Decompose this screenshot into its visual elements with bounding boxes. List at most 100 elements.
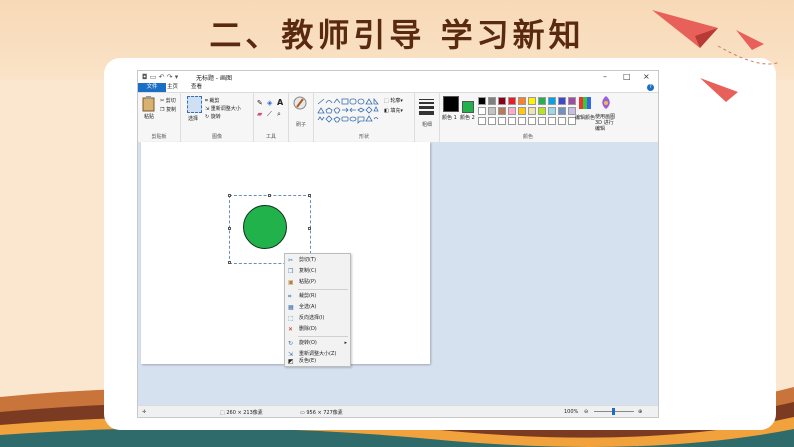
tab-home[interactable]: 主页 <box>162 83 183 92</box>
zoom-out-icon[interactable]: ⊖ <box>584 409 588 415</box>
paint3d-icon[interactable] <box>600 96 612 110</box>
canvas-size: ▭ 956 × 727像素 <box>300 410 343 416</box>
tools-group: ✎ ◈ A ▰ ⟋ ⌕ 工具 <box>254 93 289 142</box>
color-swatch[interactable] <box>518 107 526 115</box>
custom-color-swatch[interactable] <box>498 117 506 125</box>
resize-button[interactable]: ⇲ 重新调整大小 <box>205 105 241 112</box>
color-swatch[interactable] <box>528 107 536 115</box>
color-swatch[interactable] <box>508 107 516 115</box>
color-swatch[interactable] <box>538 97 546 105</box>
custom-color-swatch[interactable] <box>508 117 516 125</box>
menu-separator <box>298 336 348 337</box>
close-icon[interactable]: × <box>643 72 650 81</box>
menu-item-cut[interactable]: ✂ 剪切(T) <box>285 255 350 266</box>
outline-button[interactable]: ⬚ 轮廓▾ <box>384 97 403 104</box>
color-swatch[interactable] <box>498 107 506 115</box>
custom-color-swatch[interactable] <box>478 117 486 125</box>
size-label[interactable]: 粗细 <box>415 121 439 128</box>
shapes-gallery-icon[interactable] <box>317 98 379 124</box>
color-swatch[interactable] <box>508 97 516 105</box>
color-swatch[interactable] <box>558 107 566 115</box>
brushes-group: 刷子 <box>289 93 314 142</box>
color-picker-icon[interactable]: ⟋ <box>267 110 272 119</box>
brushes-label[interactable]: 刷子 <box>289 121 313 128</box>
color1-swatch[interactable] <box>443 96 459 112</box>
fill-icon[interactable]: ◈ <box>267 99 272 107</box>
image-group: 选择 ⌗ 裁剪 ⇲ 重新调整大小 ↻ 旋转 图像 <box>181 93 254 142</box>
paste-icon[interactable] <box>142 96 156 112</box>
drawing-canvas[interactable]: ✂ 剪切(T) ❐ 复制(C) ▣ 粘贴(P) ⌗ 裁剪(R) ▦ 全选(A) ⬚ 反向选择… <box>141 142 430 367</box>
context-menu: ✂ 剪切(T) ❐ 复制(C) ▣ 粘贴(P) ⌗ 裁剪(R) ▦ 全选(A) ⬚ 反向选择… <box>284 253 351 367</box>
paper-plane-icon <box>652 10 781 102</box>
pencil-icon[interactable]: ✎ <box>257 99 263 107</box>
selection-size: ⬚ 260 × 213像素 <box>220 410 263 416</box>
rotate-icon: ↻ <box>288 340 294 347</box>
cut-button[interactable]: ✂ 剪切 <box>160 97 176 104</box>
zoom-slider-thumb[interactable] <box>612 408 615 415</box>
menu-item-rotate[interactable]: ↻ 旋转(O) ▸ <box>285 338 350 349</box>
color-swatch[interactable] <box>498 97 506 105</box>
crop-button[interactable]: ⌗ 裁剪 <box>205 97 219 104</box>
brush-icon[interactable] <box>293 96 308 111</box>
shapes-label: 形状 <box>358 134 369 140</box>
crop-icon: ⌗ <box>288 293 292 300</box>
custom-color-swatch[interactable] <box>558 117 566 125</box>
custom-color-swatch[interactable] <box>538 117 546 125</box>
menu-item-select-all[interactable]: ▦ 全选(A) <box>285 302 350 313</box>
text-icon[interactable]: A <box>277 98 283 107</box>
green-circle[interactable] <box>243 205 287 249</box>
tools-label: 工具 <box>265 134 276 140</box>
paint3d-button[interactable]: 使用画图 3D 进行编辑 <box>595 114 617 132</box>
fill-button[interactable]: ◧ 填充▾ <box>384 107 403 114</box>
color-swatch[interactable] <box>488 107 496 115</box>
paste-button[interactable]: 粘贴 <box>144 113 154 120</box>
custom-color-swatch[interactable] <box>528 117 536 125</box>
minimize-icon[interactable]: – <box>603 72 607 81</box>
selection-handle[interactable] <box>228 194 231 197</box>
size-group: 粗细 <box>415 93 440 142</box>
ribbon: 粘贴 ✂ 剪切 ❐ 复制 剪贴板 选择 ⌗ 裁剪 ⇲ 重新调整大小 ↻ 旋转 图… <box>138 92 658 143</box>
color-swatch[interactable] <box>478 107 486 115</box>
clipboard-label: 剪贴板 <box>151 134 167 140</box>
menu-item-paste[interactable]: ▣ 粘贴(P) <box>285 277 350 288</box>
selection-handle[interactable] <box>228 227 231 230</box>
select-button[interactable]: 选择 <box>188 115 198 122</box>
copy-button[interactable]: ❐ 复制 <box>160 106 176 113</box>
menu-item-delete[interactable]: ✕ 删除(D) <box>285 324 350 335</box>
color-swatch[interactable] <box>558 97 566 105</box>
magnifier-icon[interactable]: ⌕ <box>277 110 281 119</box>
menu-item-invert-selection[interactable]: ⬚ 反向选择(I) <box>285 313 350 324</box>
rotate-button[interactable]: ↻ 旋转 <box>205 113 221 120</box>
selection-handle[interactable] <box>308 194 311 197</box>
tab-view[interactable]: 查看 <box>186 83 207 92</box>
eraser-icon[interactable]: ▰ <box>257 110 262 118</box>
color-swatch[interactable] <box>568 97 576 105</box>
select-all-icon: ▦ <box>288 304 294 311</box>
selection-handle[interactable] <box>308 227 311 230</box>
menu-item-crop[interactable]: ⌗ 裁剪(R) <box>285 291 350 302</box>
menu-item-copy[interactable]: ❐ 复制(C) <box>285 266 350 277</box>
custom-color-swatch[interactable] <box>488 117 496 125</box>
edit-colors-button[interactable]: 编辑颜色 <box>575 114 595 121</box>
selection-handle[interactable] <box>228 261 231 264</box>
color-swatch[interactable] <box>548 97 556 105</box>
help-icon[interactable]: ? <box>647 84 654 91</box>
custom-color-swatch[interactable] <box>548 117 556 125</box>
select-icon[interactable] <box>187 96 202 113</box>
custom-color-swatch[interactable] <box>518 117 526 125</box>
color2-swatch[interactable] <box>462 101 474 113</box>
menu-item-invert-color[interactable]: ◩ 反色(E) <box>285 356 350 366</box>
color-swatch[interactable] <box>518 97 526 105</box>
selection-handle[interactable] <box>268 194 271 197</box>
title-bar: ◘ ▭ ↶ ↷ ▾ 无标题 - 画图 – □ × <box>138 71 658 83</box>
color-swatch[interactable] <box>478 97 486 105</box>
quick-access-icons[interactable]: ◘ ▭ ↶ ↷ ▾ <box>142 73 178 81</box>
color-swatch[interactable] <box>528 97 536 105</box>
color-swatch[interactable] <box>548 107 556 115</box>
line-width-icon[interactable] <box>419 99 434 115</box>
edit-colors-icon[interactable] <box>579 97 591 109</box>
zoom-in-icon[interactable]: ⊕ <box>638 409 642 415</box>
color-swatch[interactable] <box>488 97 496 105</box>
maximize-icon[interactable]: □ <box>623 72 631 81</box>
color-swatch[interactable] <box>538 107 546 115</box>
